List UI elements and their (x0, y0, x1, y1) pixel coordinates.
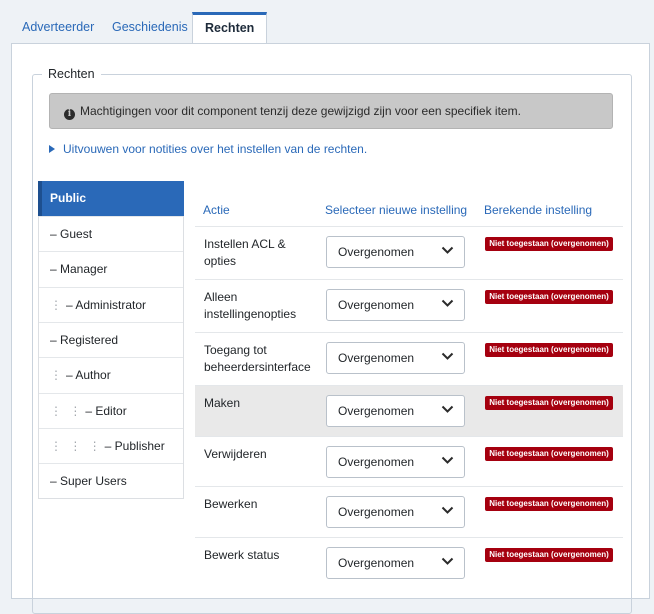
group-label: – Publisher (104, 439, 165, 453)
group-super-users[interactable]: – Super Users (39, 463, 183, 498)
computed-status-badge: Niet toegestaan (overgenomen) (485, 290, 613, 304)
group-guest[interactable]: – Guest (39, 216, 183, 251)
chevron-down-icon (441, 506, 454, 514)
setting-select[interactable]: Overgenomen (326, 236, 465, 268)
column-header-select: Selecteer nieuwe instelling (325, 203, 468, 217)
notes-toggle[interactable]: Uitvouwen voor notities over het instell… (49, 142, 367, 156)
group-registered[interactable]: – Registered (39, 322, 183, 357)
setting-select[interactable]: Overgenomen (326, 496, 465, 528)
select-value: Overgenomen (338, 556, 415, 570)
computed-status-badge: Niet toegestaan (overgenomen) (485, 497, 613, 511)
permission-row: Alleen instellingenopties Overgenomen Ni… (195, 279, 623, 331)
group-label: – Super Users (50, 474, 127, 488)
chevron-down-icon (441, 557, 454, 565)
group-label: – Registered (50, 333, 119, 347)
info-icon: i (64, 109, 75, 120)
user-group-list: Public – Guest – Manager ⋮ – Administrato… (38, 181, 184, 499)
chevron-down-icon (441, 456, 454, 464)
select-value: Overgenomen (338, 455, 415, 469)
computed-status-badge: Niet toegestaan (overgenomen) (485, 343, 613, 357)
permission-row: Bewerk status Overgenomen Niet toegestaa… (195, 537, 623, 589)
group-author[interactable]: ⋮ – Author (39, 357, 183, 392)
group-manager[interactable]: – Manager (39, 251, 183, 286)
action-label: Maken (204, 396, 241, 410)
action-label: Bewerken (204, 497, 258, 511)
chevron-down-icon (441, 246, 454, 254)
group-administrator[interactable]: ⋮ – Administrator (39, 287, 183, 322)
column-header-action: Actie (203, 203, 230, 217)
group-publisher[interactable]: ⋮ ⋮ ⋮ – Publisher (39, 428, 183, 463)
permission-row: Verwijderen Overgenomen Niet toegestaan … (195, 436, 623, 488)
computed-status-badge: Niet toegestaan (overgenomen) (485, 396, 613, 410)
indent-dots: ⋮ (50, 368, 64, 382)
setting-select[interactable]: Overgenomen (326, 395, 465, 427)
permission-row: Bewerken Overgenomen Niet toegestaan (ov… (195, 486, 623, 538)
group-label: – Manager (50, 262, 108, 276)
action-label: Instellen ACL & opties (204, 237, 286, 268)
action-label: Toegang tot beheerdersinterface (204, 343, 311, 374)
group-editor[interactable]: ⋮ ⋮ – Editor (39, 393, 183, 428)
group-label: – Author (66, 368, 111, 382)
notes-toggle-label: Uitvouwen voor notities over het instell… (63, 142, 368, 156)
setting-select[interactable]: Overgenomen (326, 289, 465, 321)
computed-status-badge: Niet toegestaan (overgenomen) (485, 447, 613, 461)
alert-text: Machtigingen voor dit component tenzij d… (80, 104, 521, 118)
tab-adverteerder[interactable]: Adverteerder (10, 12, 106, 44)
computed-status-badge: Niet toegestaan (overgenomen) (485, 548, 613, 562)
chevron-down-icon (441, 299, 454, 307)
tab-geschiedenis[interactable]: Geschiedenis (100, 12, 200, 44)
permission-row: Instellen ACL & opties Overgenomen Niet … (195, 226, 623, 278)
permission-row: Maken Overgenomen Niet toegestaan (overg… (195, 385, 623, 437)
indent-dots: ⋮ ⋮ (50, 404, 84, 418)
setting-select[interactable]: Overgenomen (326, 342, 465, 374)
group-label: – Guest (50, 227, 93, 241)
select-value: Overgenomen (338, 298, 415, 312)
select-value: Overgenomen (338, 245, 415, 259)
select-value: Overgenomen (338, 505, 415, 519)
column-header-computed: Berekende instelling (484, 203, 593, 217)
tab-bar: Adverteerder Geschiedenis Rechten (0, 0, 654, 45)
select-value: Overgenomen (338, 351, 415, 365)
info-alert: i Machtigingen voor dit component tenzij … (49, 93, 613, 129)
select-value: Overgenomen (338, 404, 415, 418)
group-label: Public (50, 191, 87, 205)
chevron-down-icon (441, 352, 454, 360)
fieldset-legend: Rechten (42, 67, 101, 81)
chevron-down-icon (441, 405, 454, 413)
setting-select[interactable]: Overgenomen (326, 547, 465, 579)
action-label: Alleen instellingenopties (204, 290, 297, 321)
setting-select[interactable]: Overgenomen (326, 446, 465, 478)
action-label: Verwijderen (204, 447, 267, 461)
computed-status-badge: Niet toegestaan (overgenomen) (485, 237, 613, 251)
indent-dots: ⋮ ⋮ ⋮ (50, 439, 103, 453)
indent-dots: ⋮ (50, 298, 64, 312)
triangle-right-icon (49, 145, 55, 153)
group-label: – Administrator (66, 298, 147, 312)
group-public[interactable]: Public (38, 181, 184, 216)
tab-rechten[interactable]: Rechten (192, 12, 268, 45)
action-label: Bewerk status (204, 548, 280, 562)
group-label: – Editor (85, 404, 127, 418)
permission-row: Toegang tot beheerdersinterface Overgeno… (195, 332, 623, 384)
tab-panel: Rechten i Machtigingen voor dit component… (11, 43, 650, 614)
